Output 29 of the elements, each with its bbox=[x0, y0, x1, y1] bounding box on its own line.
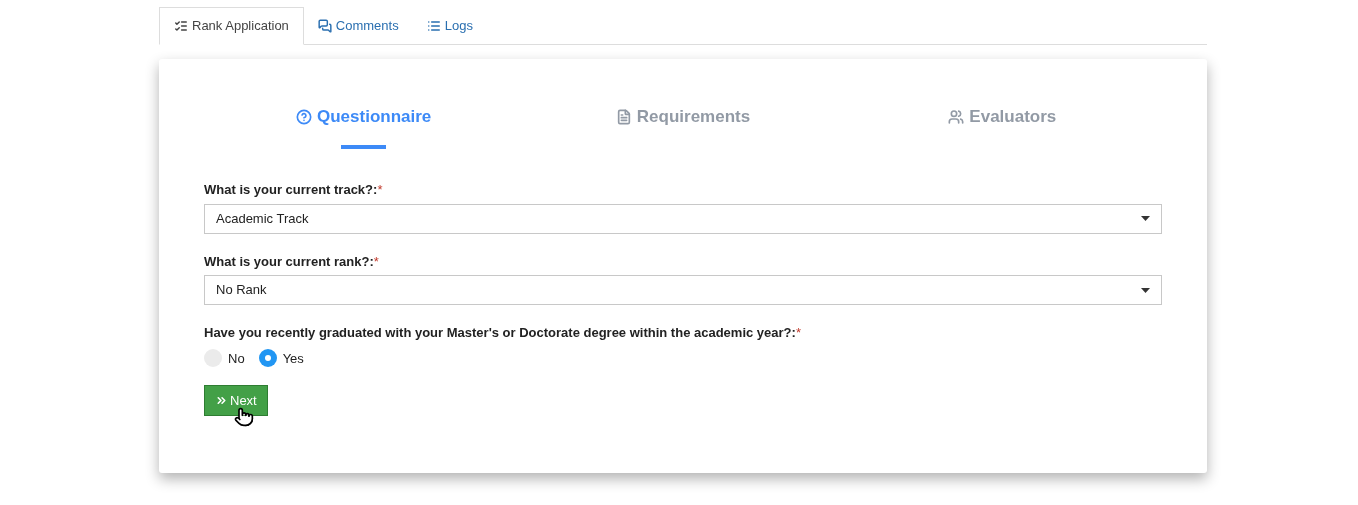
tab[interactable]: Comments bbox=[303, 7, 413, 44]
radio-label: Yes bbox=[282, 349, 304, 368]
checklist-icon bbox=[174, 19, 188, 33]
required-mark: * bbox=[377, 181, 383, 199]
select-field[interactable]: No Rank bbox=[204, 275, 1162, 305]
tab[interactable]: Logs bbox=[412, 7, 487, 44]
chat-bubbles-icon bbox=[317, 18, 332, 33]
radio-label: No bbox=[228, 349, 245, 368]
question-label: Have you recently graduated with your Master's or Doctorate degree within the academic year?: bbox=[204, 324, 796, 342]
required-mark: * bbox=[795, 324, 801, 342]
step-tab[interactable]: Evaluators bbox=[948, 104, 1057, 130]
users-icon bbox=[948, 108, 965, 125]
help-icon bbox=[296, 108, 312, 125]
radio-button[interactable] bbox=[258, 349, 277, 368]
tab[interactable]: Rank Application bbox=[159, 7, 304, 45]
question-label: What is your current rank?: bbox=[204, 252, 374, 271]
step-tab[interactable]: Requirements bbox=[615, 104, 751, 130]
double-chevron-icon bbox=[215, 394, 228, 407]
caret-icon bbox=[1141, 287, 1150, 293]
question-label: What is your current track?: bbox=[204, 181, 378, 199]
select-field[interactable]: Academic Track bbox=[204, 203, 1162, 234]
caret-icon bbox=[1141, 216, 1150, 221]
required-mark: * bbox=[373, 252, 379, 271]
hand-cursor-icon bbox=[234, 407, 254, 427]
document-icon bbox=[615, 108, 632, 125]
active-step-underline bbox=[341, 144, 387, 149]
next-button[interactable]: Next bbox=[204, 385, 268, 416]
step-tab[interactable]: Questionnaire bbox=[296, 104, 432, 130]
list-icon bbox=[426, 18, 441, 33]
